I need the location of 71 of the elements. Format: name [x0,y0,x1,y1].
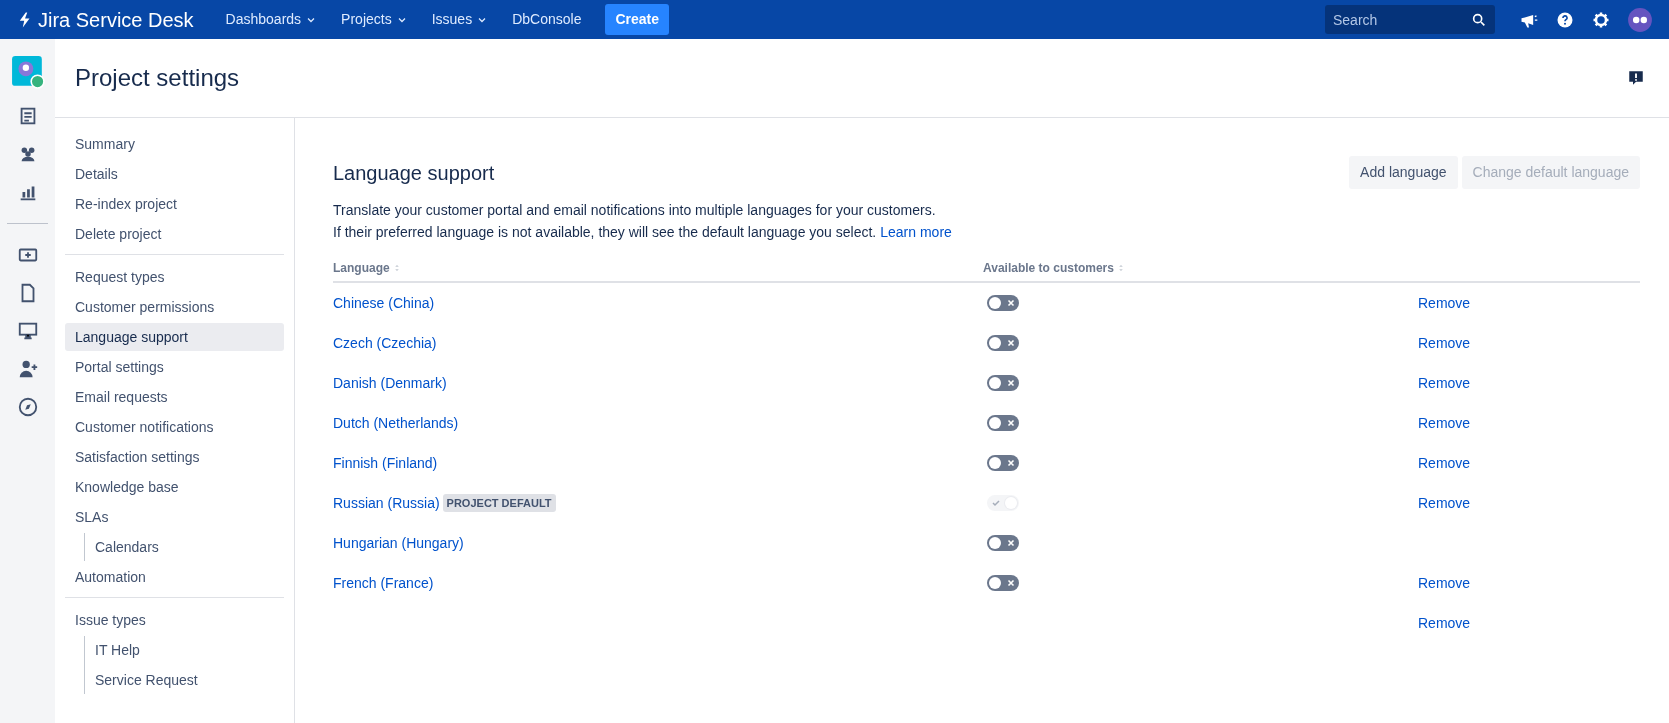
language-link[interactable]: Czech (Czechia) [333,332,437,354]
nav-menu[interactable]: Issues [423,5,497,34]
remove-link[interactable]: Remove [1418,612,1471,634]
product-name: Jira Service Desk [38,7,194,33]
sidebar-item[interactable]: Summary [65,130,284,158]
availability-toggle[interactable] [987,335,1019,351]
cross-icon [1007,299,1015,307]
sidebar-item[interactable]: Service Request [85,666,284,694]
default-badge: PROJECT DEFAULT [442,493,556,513]
sidebar-item[interactable]: Issue types [65,606,284,634]
remove-link[interactable]: Remove [1418,332,1471,354]
description-text: Translate your customer portal and email notifications into multiple languages for your customers. [333,201,937,220]
sidebar-item[interactable]: Language support [65,323,284,351]
sidebar-item[interactable]: Request types [65,263,284,291]
sort-icon [393,263,400,273]
language-link[interactable]: French (France) [333,572,434,594]
cross-icon [1007,539,1015,547]
feedback-icon [1627,69,1645,87]
sidebar-item[interactable]: SLAs [65,503,284,531]
cross-icon [1007,339,1015,347]
cross-icon [1007,379,1015,387]
language-link[interactable]: Dutch (Netherlands) [333,412,459,434]
sidebar-item[interactable]: Automation [65,563,284,591]
availability-toggle[interactable] [987,295,1019,311]
search-icon [1471,12,1487,28]
language-link[interactable]: Finnish (Finland) [333,452,438,474]
cross-icon [1007,459,1015,467]
avatar-icon [1627,6,1653,33]
remove-link[interactable]: Remove [1418,372,1471,394]
page-title: Project settings [75,63,240,93]
learn-more-link[interactable]: Learn more [880,221,952,243]
sidebar-item[interactable]: Details [65,160,284,188]
remove-link[interactable]: Remove [1418,292,1471,314]
availability-toggle[interactable] [987,375,1019,391]
check-icon [992,499,1000,507]
availability-toggle[interactable] [987,535,1019,551]
remove-link[interactable]: Remove [1418,412,1471,434]
sidebar-item[interactable]: Email requests [65,383,284,411]
nav-menu[interactable]: Projects [333,5,416,34]
sidebar-item[interactable]: Customer notifications [65,413,284,441]
language-link[interactable]: Chinese (China) [333,292,435,314]
remove-link[interactable]: Remove [1418,452,1471,474]
project-avatar-icon [10,55,45,89]
section-title: Language support [333,160,495,185]
monitor-icon [16,320,39,342]
action-button[interactable]: Add language [1349,156,1458,189]
availability-toggle[interactable] [987,415,1019,431]
column-header[interactable]: Available to customers [983,259,1114,277]
sidebar-item[interactable]: Customer permissions [65,293,284,321]
cross-icon [1007,579,1015,587]
compass-icon [16,396,39,418]
availability-toggle[interactable] [987,575,1019,591]
language-link[interactable]: Danish (Denmark) [333,372,447,394]
sidebar-item[interactable]: Calendars [85,533,284,561]
nav-menu[interactable]: DbConsole [504,5,590,34]
remove-link[interactable]: Remove [1418,572,1471,594]
search-field[interactable]: Search [1325,5,1495,34]
nav-menu[interactable]: Dashboards [217,5,326,34]
sidebar-item[interactable]: Re-index project [65,190,284,218]
sidebar-item[interactable]: Delete project [65,220,284,248]
availability-toggle[interactable] [987,455,1019,471]
sidebar-item[interactable]: IT Help [85,636,284,664]
sidebar-item[interactable]: Knowledge base [65,473,284,501]
column-header[interactable]: Language [333,259,390,277]
description-text: If their preferred language is not available, they will see the default language you select. [333,223,877,242]
language-link[interactable]: Hungarian (Hungary) [333,532,464,554]
sidebar-item[interactable]: Portal settings [65,353,284,381]
sort-icon [1117,263,1124,273]
create-button[interactable]: Create [605,4,669,35]
cross-icon [1007,419,1015,427]
sidebar-item[interactable]: Satisfaction settings [65,443,284,471]
